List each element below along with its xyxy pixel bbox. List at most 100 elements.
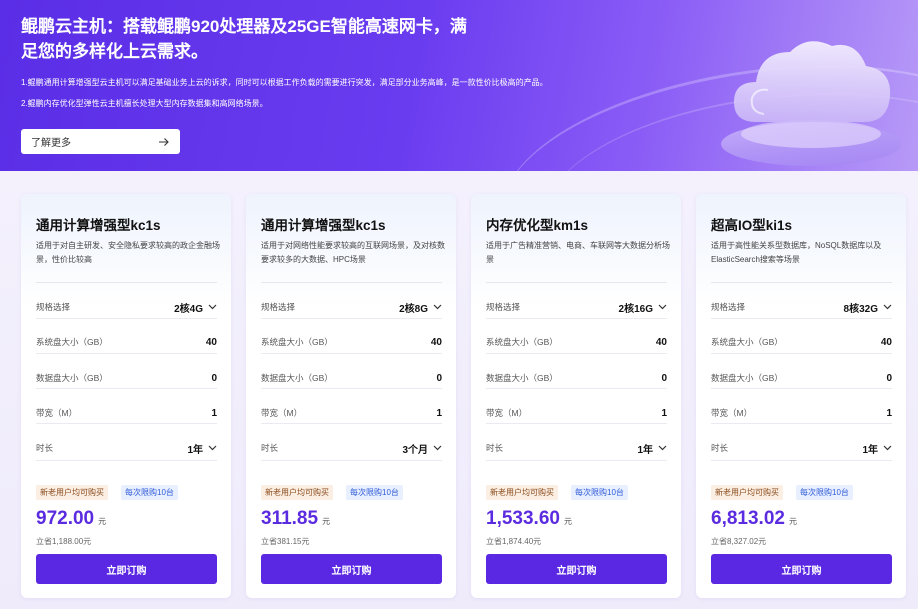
duration-select[interactable]: 1年 bbox=[862, 441, 892, 456]
divider bbox=[261, 460, 442, 461]
chevron-down-icon bbox=[883, 304, 892, 310]
cloud-illustration-icon bbox=[721, 41, 901, 166]
chevron-down-icon bbox=[208, 304, 217, 310]
spec-select-row[interactable]: 规格选择 2核16G bbox=[486, 299, 667, 315]
divider bbox=[261, 423, 442, 424]
savings-text: 立省1,188.00元 bbox=[36, 537, 92, 546]
price: 1,533.60 元 bbox=[486, 508, 572, 530]
purchase-limit-badge: 每次限购10台 bbox=[346, 485, 403, 500]
duration-select[interactable]: 1年 bbox=[187, 441, 217, 456]
card-title: 内存优化型km1s bbox=[486, 218, 589, 233]
duration-select-row[interactable]: 时长 1年 bbox=[36, 440, 217, 456]
chevron-down-icon bbox=[658, 304, 667, 310]
duration-select-value: 1年 bbox=[862, 444, 878, 456]
card-description: 适用于高性能关系型数据库，NoSQL数据库以及ElasticSearch搜索等场… bbox=[711, 241, 882, 264]
price-unit: 元 bbox=[98, 517, 107, 526]
duration-select[interactable]: 1年 bbox=[637, 441, 667, 456]
divider bbox=[486, 353, 667, 354]
chevron-down-icon bbox=[433, 304, 442, 310]
price-unit: 元 bbox=[563, 517, 572, 526]
product-card: 超高IO型ki1s 适用于高性能关系型数据库，NoSQL数据库以及ElasticS… bbox=[696, 194, 906, 598]
divider bbox=[486, 318, 667, 319]
system-disk-value-label: 系统盘大小（GB） bbox=[261, 337, 333, 347]
card-title: 超高IO型ki1s bbox=[711, 218, 793, 233]
price: 311.85 元 bbox=[261, 508, 330, 530]
duration-select-label: 时长 bbox=[486, 443, 504, 453]
bandwidth-value-row: 带宽（M） 1 bbox=[261, 405, 442, 421]
banner-description: 1.鲲鹏通用计算增强型云主机可以满足基础业务上云的诉求，同时可以根据工作负载的需… bbox=[21, 78, 548, 87]
purchase-limit-badge: 每次限购10台 bbox=[571, 485, 628, 500]
spec-select-row[interactable]: 规格选择 8核32G bbox=[711, 299, 892, 315]
new-user-badge: 新老用户均可购买 bbox=[486, 485, 558, 500]
system-disk-value-label: 系统盘大小（GB） bbox=[711, 337, 783, 347]
divider bbox=[711, 388, 892, 389]
spec-select[interactable]: 8核32G bbox=[844, 300, 892, 315]
divider bbox=[486, 460, 667, 461]
duration-select-label: 时长 bbox=[36, 443, 54, 453]
bandwidth-value-row: 带宽（M） 1 bbox=[36, 405, 217, 421]
data-disk-value: 0 bbox=[436, 372, 442, 384]
new-user-badge: 新老用户均可购买 bbox=[711, 485, 783, 500]
bandwidth-value: 1 bbox=[211, 407, 217, 419]
divider bbox=[261, 388, 442, 389]
bandwidth-value: 1 bbox=[886, 407, 892, 419]
learn-more-label: 了解更多 bbox=[31, 138, 71, 149]
chevron-down-icon bbox=[433, 445, 442, 451]
divider bbox=[486, 282, 667, 283]
duration-select-value: 3个月 bbox=[402, 444, 428, 456]
price: 972.00 元 bbox=[36, 508, 106, 530]
divider bbox=[711, 423, 892, 424]
data-disk-value-row: 数据盘大小（GB） 0 bbox=[261, 370, 442, 386]
savings-text: 立省8,327.02元 bbox=[711, 537, 767, 546]
duration-select[interactable]: 3个月 bbox=[402, 441, 442, 456]
product-card: 内存优化型km1s 适用于广告精准营销、电商、车联网等大数据分析场景规格选择 2核1… bbox=[471, 194, 681, 598]
product-card: 通用计算增强型kc1s 适用于对自主研发、安全隐私要求较高的政企金融场景，性价比较… bbox=[21, 194, 231, 598]
divider bbox=[711, 282, 892, 283]
spec-select-row[interactable]: 规格选择 2核4G bbox=[36, 299, 217, 315]
chevron-down-icon bbox=[883, 445, 892, 451]
divider bbox=[486, 388, 667, 389]
card-description: 适用于广告精准营销、电商、车联网等大数据分析场景 bbox=[486, 241, 670, 264]
banner-title: 鲲鹏云主机：搭载鲲鹏920处理器及25GE智能高速网卡，满 足您的多样化上云需求… bbox=[21, 14, 481, 64]
banner-title-line: 鲲鹏云主机：搭载鲲鹏920处理器及25GE智能高速网卡，满 bbox=[21, 17, 467, 36]
card-description: 适用于对网络性能要求较高的互联网场景，及对核数要求较多的大数据、HPC场景 bbox=[261, 241, 445, 264]
buy-now-button[interactable]: 立即订购 bbox=[261, 554, 442, 584]
spec-select[interactable]: 2核16G bbox=[619, 300, 667, 315]
buy-now-button[interactable]: 立即订购 bbox=[36, 554, 217, 584]
bandwidth-value-label: 带宽（M） bbox=[486, 408, 528, 418]
spec-select[interactable]: 2核8G bbox=[399, 300, 442, 315]
bandwidth-value-label: 带宽（M） bbox=[711, 408, 753, 418]
data-disk-value-label: 数据盘大小（GB） bbox=[711, 373, 783, 383]
card-title: 通用计算增强型kc1s bbox=[261, 218, 386, 233]
arrow-right-icon bbox=[159, 137, 169, 146]
divider bbox=[261, 318, 442, 319]
spec-select-label: 规格选择 bbox=[486, 302, 521, 312]
bandwidth-value: 1 bbox=[436, 407, 442, 419]
spec-select-label: 规格选择 bbox=[711, 302, 746, 312]
data-disk-value-row: 数据盘大小（GB） 0 bbox=[711, 370, 892, 386]
data-disk-value: 0 bbox=[661, 372, 667, 384]
system-disk-value: 40 bbox=[430, 336, 442, 348]
duration-select-value: 1年 bbox=[637, 444, 653, 456]
spec-select-value: 2核4G bbox=[174, 303, 203, 315]
learn-more-button[interactable]: 了解更多 bbox=[21, 129, 180, 154]
divider bbox=[36, 318, 217, 319]
spec-select-value: 2核16G bbox=[618, 303, 653, 315]
divider bbox=[36, 353, 217, 354]
divider bbox=[711, 318, 892, 319]
buy-now-button[interactable]: 立即订购 bbox=[711, 554, 892, 584]
purchase-limit-badge: 每次限购10台 bbox=[796, 485, 853, 500]
spec-select-row[interactable]: 规格选择 2核8G bbox=[261, 299, 442, 315]
spec-select[interactable]: 2核4G bbox=[174, 300, 217, 315]
new-user-badge: 新老用户均可购买 bbox=[36, 485, 108, 500]
price-value: 1,533.60 bbox=[486, 508, 560, 529]
divider bbox=[36, 423, 217, 424]
bandwidth-value-label: 带宽（M） bbox=[36, 408, 78, 418]
duration-select-label: 时长 bbox=[261, 443, 279, 453]
duration-select-row[interactable]: 时长 3个月 bbox=[261, 440, 442, 456]
duration-select-row[interactable]: 时长 1年 bbox=[486, 440, 667, 456]
new-user-badge: 新老用户均可购买 bbox=[261, 485, 333, 500]
system-disk-value: 40 bbox=[655, 336, 667, 348]
duration-select-row[interactable]: 时长 1年 bbox=[711, 440, 892, 456]
buy-now-button[interactable]: 立即订购 bbox=[486, 554, 667, 584]
